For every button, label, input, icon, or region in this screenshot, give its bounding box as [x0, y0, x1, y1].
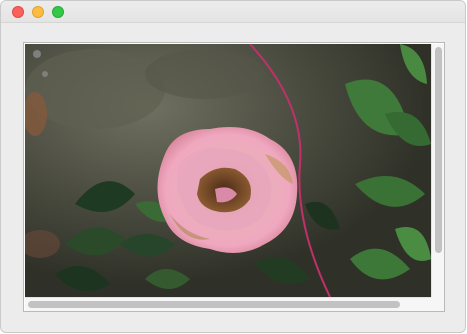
- zoom-button[interactable]: [52, 6, 64, 18]
- vertical-scroll-thumb[interactable]: [435, 47, 442, 253]
- title-bar[interactable]: [1, 1, 465, 23]
- app-window: [0, 0, 466, 333]
- rose-photo: [25, 44, 431, 297]
- minimize-button[interactable]: [32, 6, 44, 18]
- image-canvas[interactable]: [25, 44, 431, 297]
- horizontal-scrollbar[interactable]: [25, 297, 431, 311]
- vertical-scrollbar[interactable]: [431, 44, 444, 297]
- scroll-corner: [431, 297, 444, 311]
- scroll-view: [23, 42, 445, 312]
- close-button[interactable]: [12, 6, 24, 18]
- horizontal-scroll-thumb[interactable]: [28, 301, 400, 308]
